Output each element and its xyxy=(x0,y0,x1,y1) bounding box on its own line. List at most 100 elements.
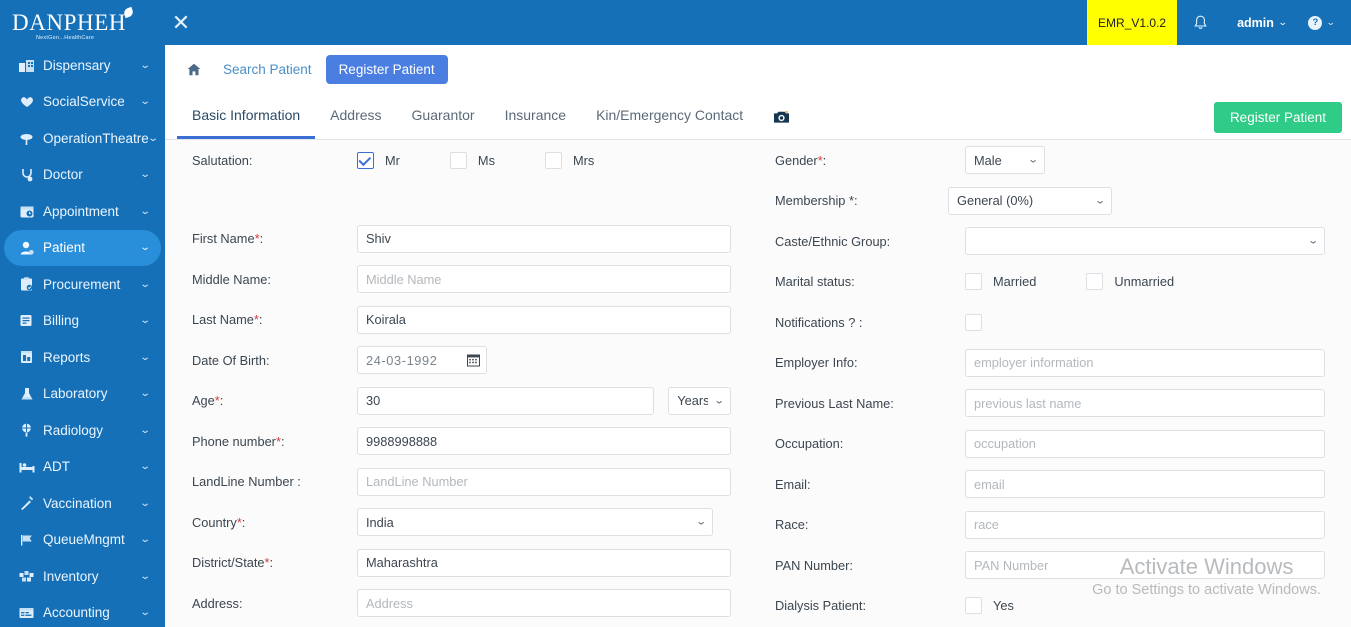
tab-insurance[interactable]: Insurance xyxy=(490,94,581,139)
dialysis-patient-group: Yes xyxy=(965,597,1014,615)
sidebar-item-appointment[interactable]: Appointment ⌄ xyxy=(4,193,161,230)
email-input[interactable] xyxy=(965,470,1325,499)
tab-guarantor[interactable]: Guarantor xyxy=(397,94,490,139)
phone-number-input[interactable] xyxy=(357,427,731,456)
sidebar-nav: Dispensary ⌄ SocialService ⌄ OperationTh… xyxy=(0,47,165,627)
gender-select[interactable]: Male xyxy=(965,146,1045,175)
salutation-mrs-checkbox[interactable] xyxy=(544,151,562,169)
sidebar-item-label: Inventory xyxy=(43,568,99,584)
sidebar-item-reports[interactable]: Reports ⌄ xyxy=(4,339,161,376)
label-text: District/State xyxy=(192,555,265,571)
tab-bar: Basic Information Address Guarantor Insu… xyxy=(165,94,1351,140)
sidebar-item-doctor[interactable]: Doctor ⌄ xyxy=(4,157,161,194)
sidebar-item-label: ADT xyxy=(43,459,70,475)
syringe-icon xyxy=(18,496,35,511)
sidebar-item-billing[interactable]: Billing ⌄ xyxy=(4,303,161,340)
landline-number-input[interactable] xyxy=(357,467,731,496)
invoice-icon xyxy=(18,313,35,328)
close-icon[interactable]: ✕ xyxy=(161,11,201,34)
label-text: Country xyxy=(192,514,237,530)
age-unit-select[interactable]: Years xyxy=(668,386,731,415)
caste-ethnic-group-select[interactable] xyxy=(965,227,1325,256)
field-row-previous-last-name: Previous Last Name: xyxy=(758,383,1351,424)
phone-number-label: Phone number*: xyxy=(192,433,285,449)
sidebar-item-inventory[interactable]: Inventory ⌄ xyxy=(4,558,161,595)
home-icon[interactable] xyxy=(187,63,201,76)
first-name-label: First Name*: xyxy=(192,231,264,247)
breadcrumb-search-patient[interactable]: Search Patient xyxy=(223,62,312,77)
bell-icon[interactable] xyxy=(1177,0,1223,45)
pharmacy-icon xyxy=(18,58,35,73)
race-input[interactable] xyxy=(965,510,1325,539)
chevron-down-icon: ⌄ xyxy=(139,351,151,363)
label-text: Last Name xyxy=(192,312,254,328)
chevron-down-icon: ⌄ xyxy=(139,534,151,546)
sidebar-item-radiology[interactable]: Radiology ⌄ xyxy=(4,412,161,449)
field-row-blood-group: Blood group: ⌄ xyxy=(165,624,758,627)
field-row-country: Country*: India ⌄ xyxy=(165,502,758,543)
sidebar-item-procurement[interactable]: Procurement ⌄ xyxy=(4,266,161,303)
sidebar-item-adt[interactable]: ADT ⌄ xyxy=(4,449,161,486)
logo-tagline: NextGen...HealthCare xyxy=(36,35,95,41)
tab-address[interactable]: Address xyxy=(315,94,396,139)
marital-married-checkbox[interactable] xyxy=(965,273,982,291)
sidebar-item-label: Laboratory xyxy=(43,386,108,402)
dialysis-yes-checkbox[interactable] xyxy=(965,597,982,615)
field-row-pan-number: PAN Number: xyxy=(758,545,1351,586)
brand-logo[interactable]: DANPHEH NextGen...HealthCare xyxy=(0,0,165,45)
sidebar-item-dispensary[interactable]: Dispensary ⌄ xyxy=(4,47,161,84)
marital-unmarried-checkbox[interactable] xyxy=(1086,273,1104,291)
version-badge[interactable]: EMR_V1.0.2 xyxy=(1087,0,1178,45)
notifications-checkbox[interactable] xyxy=(965,313,982,331)
sidebar-item-accounting[interactable]: Accounting ⌄ xyxy=(4,595,161,627)
date-of-birth-input[interactable] xyxy=(357,346,487,375)
sidebar-item-operationtheatre[interactable]: OperationTheatre ⌄ xyxy=(4,120,161,157)
field-row-caste-ethnic-group: Caste/Ethnic Group: ⌄ xyxy=(758,221,1351,262)
field-row-notifications: Notifications ? : xyxy=(758,302,1351,343)
age-input[interactable] xyxy=(357,386,655,415)
breadcrumb-register-patient[interactable]: Register Patient xyxy=(325,55,448,84)
sidebar-item-patient[interactable]: Patient ⌄ xyxy=(4,229,161,266)
tab-basic-information[interactable]: Basic Information xyxy=(177,94,316,139)
last-name-input[interactable] xyxy=(357,305,731,334)
sidebar-item-socialservice[interactable]: SocialService ⌄ xyxy=(4,84,161,121)
sidebar-item-queuemngmt[interactable]: QueueMngmt ⌄ xyxy=(4,522,161,559)
country-select[interactable]: India xyxy=(357,508,713,537)
help-menu[interactable]: ? ⌄ xyxy=(1292,15,1351,30)
age-label: Age*: xyxy=(192,393,224,409)
camera-icon[interactable] xyxy=(758,94,805,139)
user-menu[interactable]: admin ⌄ xyxy=(1223,16,1292,30)
middle-name-input[interactable] xyxy=(357,265,731,294)
app-window: DANPHEH NextGen...HealthCare Dispensary … xyxy=(0,0,1351,627)
membership-select[interactable]: General (0%) xyxy=(948,186,1112,215)
tab-kin-emergency-contact[interactable]: Kin/Emergency Contact xyxy=(581,94,758,139)
chevron-down-icon: ⌄ xyxy=(139,497,151,509)
notifications-label: Notifications ? : xyxy=(775,314,863,330)
salutation-mr-checkbox[interactable] xyxy=(357,151,374,169)
previous-last-name-input[interactable] xyxy=(965,389,1325,418)
field-row-employer-info: Employer Info: xyxy=(758,343,1351,384)
field-row-gender: Gender*: Male ⌄ xyxy=(758,140,1351,181)
ledger-icon xyxy=(18,605,35,620)
salutation-mrs-label: Mrs xyxy=(572,152,595,168)
marital-unmarried-label: Unmarried xyxy=(1114,274,1175,290)
pan-number-input[interactable] xyxy=(965,551,1325,580)
required-marker: * xyxy=(214,393,220,409)
logo-leaf-icon xyxy=(122,6,135,19)
membership-label: Membership *: xyxy=(775,193,858,209)
sidebar-item-vaccination[interactable]: Vaccination ⌄ xyxy=(4,485,161,522)
employer-info-input[interactable] xyxy=(965,348,1325,377)
address-input[interactable] xyxy=(357,589,731,618)
required-marker: * xyxy=(264,555,270,571)
district-state-input[interactable] xyxy=(357,548,731,577)
field-row-occupation: Occupation: xyxy=(758,424,1351,465)
sidebar-item-laboratory[interactable]: Laboratory ⌄ xyxy=(4,376,161,413)
required-marker: * xyxy=(817,152,823,168)
register-patient-button[interactable]: Register Patient xyxy=(1213,102,1342,133)
first-name-input[interactable] xyxy=(357,224,731,253)
employer-info-label: Employer Info: xyxy=(775,355,858,371)
salutation-ms-checkbox[interactable] xyxy=(449,151,467,169)
chevron-down-icon: ⌄ xyxy=(139,607,151,619)
hands-heart-icon xyxy=(18,94,35,109)
occupation-input[interactable] xyxy=(965,429,1325,458)
